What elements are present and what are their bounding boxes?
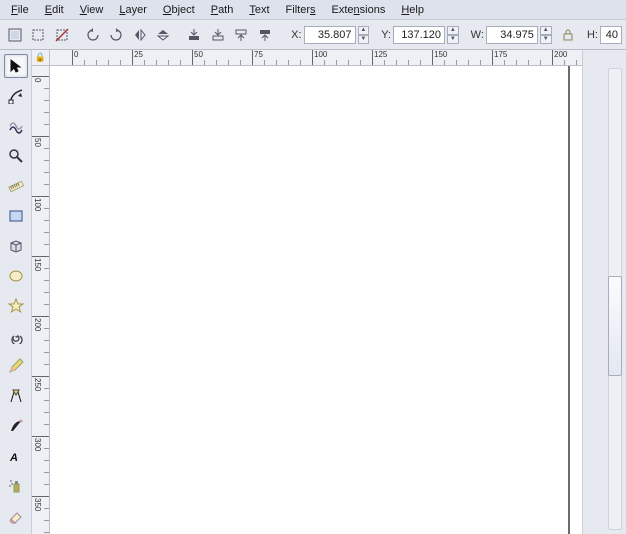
raise-icon[interactable] (230, 24, 251, 46)
tool-node[interactable] (4, 84, 28, 108)
tool-tweak[interactable] (4, 114, 28, 138)
x-label: X: (291, 29, 301, 41)
tool-star[interactable] (4, 294, 28, 318)
menu-object[interactable]: Object (156, 2, 202, 18)
menu-edit[interactable]: Edit (38, 2, 71, 18)
canvas[interactable] (50, 66, 582, 534)
toolbox: A (0, 50, 32, 534)
tool-eraser[interactable] (4, 504, 28, 528)
w-label: W: (471, 29, 484, 41)
flip-vertical-icon[interactable] (152, 24, 173, 46)
tool-measure[interactable] (4, 174, 28, 198)
tool-spray[interactable] (4, 474, 28, 498)
tool-controls-bar: X: ▲▼ Y: ▲▼ W: ▲▼ H: (0, 20, 626, 50)
menu-filters[interactable]: Filters (279, 2, 323, 18)
rotate-cw-icon[interactable] (106, 24, 127, 46)
lock-aspect-icon[interactable] (558, 24, 579, 46)
tool-ellipse[interactable] (4, 264, 28, 288)
rotate-ccw-icon[interactable] (82, 24, 103, 46)
y-input[interactable] (393, 26, 445, 44)
page-edge (568, 66, 570, 534)
y-spinner[interactable]: ▲▼ (447, 26, 459, 44)
menu-path[interactable]: Path (204, 2, 241, 18)
ruler-origin[interactable]: 🔒 (32, 50, 50, 66)
x-spinner[interactable]: ▲▼ (358, 26, 370, 44)
lower-icon[interactable] (207, 24, 228, 46)
tool-zoom[interactable] (4, 144, 28, 168)
y-label: Y: (381, 29, 391, 41)
select-all-layers-icon[interactable] (4, 24, 25, 46)
menu-help[interactable]: Help (394, 2, 431, 18)
h-label: H: (587, 29, 598, 41)
flip-horizontal-icon[interactable] (129, 24, 150, 46)
tool-pencil[interactable] (4, 354, 28, 378)
tool-3dbox[interactable] (4, 234, 28, 258)
x-input[interactable] (304, 26, 356, 44)
workarea: A 🔒 0255075100125150175200 0501001502002… (0, 50, 626, 534)
menu-extensions[interactable]: Extensions (325, 2, 393, 18)
raise-to-top-icon[interactable] (254, 24, 275, 46)
menu-file[interactable]: File (4, 2, 36, 18)
menu-layer[interactable]: Layer (112, 2, 154, 18)
select-bbox-icon[interactable] (27, 24, 48, 46)
tool-selector[interactable] (4, 54, 28, 78)
svg-text:A: A (9, 452, 18, 464)
vertical-scrollbar-thumb[interactable] (608, 276, 622, 376)
w-input[interactable] (486, 26, 538, 44)
tool-rectangle[interactable] (4, 204, 28, 228)
tool-bezier[interactable] (4, 384, 28, 408)
right-dock (582, 50, 626, 534)
tool-text[interactable]: A (4, 444, 28, 468)
vertical-ruler[interactable]: 050100150200250300350 (32, 66, 50, 534)
w-spinner[interactable]: ▲▼ (540, 26, 552, 44)
tool-calligraphy[interactable] (4, 414, 28, 438)
tool-spiral[interactable] (4, 324, 28, 348)
menu-view[interactable]: View (73, 2, 111, 18)
lower-to-bottom-icon[interactable] (184, 24, 205, 46)
horizontal-ruler[interactable]: 0255075100125150175200 (50, 50, 582, 66)
h-input[interactable] (600, 26, 622, 44)
deselect-icon[interactable] (51, 24, 72, 46)
canvas-area: 🔒 0255075100125150175200 050100150200250… (32, 50, 626, 534)
menubar: File Edit View Layer Object Path Text Fi… (0, 0, 626, 20)
menu-text[interactable]: Text (242, 2, 276, 18)
